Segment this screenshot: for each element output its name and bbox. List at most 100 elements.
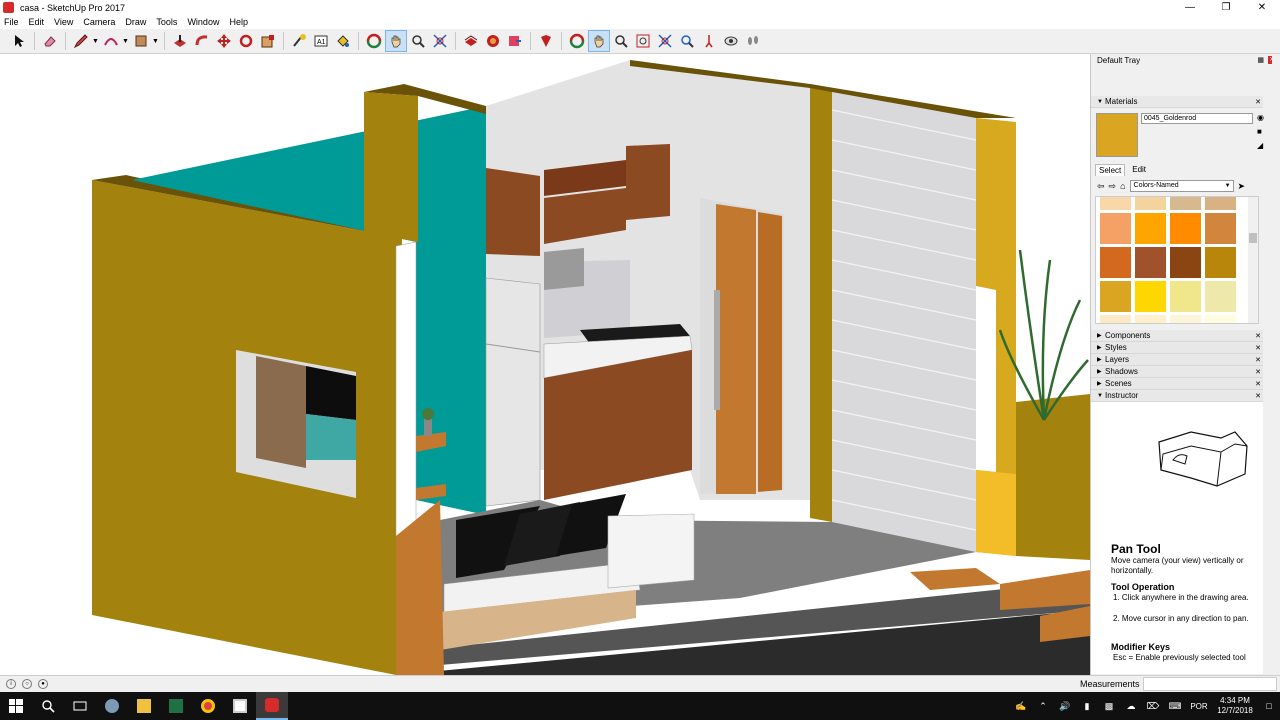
tape-measure-icon[interactable]: [288, 30, 310, 52]
close-icon[interactable]: ✕: [1255, 356, 1261, 364]
material-swatch[interactable]: [1170, 247, 1201, 278]
material-swatch[interactable]: [1205, 247, 1236, 278]
pan-icon-2[interactable]: [588, 30, 610, 52]
close-icon[interactable]: ✕: [1255, 98, 1261, 106]
pan-icon[interactable]: [385, 30, 407, 52]
sample-paint-icon[interactable]: ◢: [1257, 141, 1267, 151]
menu-window[interactable]: Window: [187, 17, 219, 27]
settings-app-icon[interactable]: [96, 692, 128, 720]
material-swatch[interactable]: [1170, 281, 1201, 312]
layers-panel-header[interactable]: ▶ Layers ✕: [1091, 354, 1263, 366]
default-material-icon[interactable]: ■: [1257, 127, 1267, 137]
tab-edit[interactable]: Edit: [1129, 164, 1149, 176]
styles-panel-header[interactable]: ▶ Styles ✕: [1091, 342, 1263, 354]
file-explorer-icon[interactable]: [128, 692, 160, 720]
task-view-icon[interactable]: [64, 692, 96, 720]
menu-camera[interactable]: Camera: [83, 17, 115, 27]
chevron-down-icon[interactable]: ▼: [92, 38, 100, 45]
arc-icon[interactable]: [100, 30, 122, 52]
tab-select[interactable]: Select: [1095, 164, 1126, 176]
material-swatch[interactable]: [1135, 281, 1166, 312]
close-icon[interactable]: ✕: [1255, 368, 1261, 376]
zoom-window-icon[interactable]: [632, 30, 654, 52]
scenes-panel-header[interactable]: ▶ Scenes ✕: [1091, 378, 1263, 390]
move-icon[interactable]: [213, 30, 235, 52]
menu-view[interactable]: View: [54, 17, 73, 27]
chevron-down-icon[interactable]: ▼: [122, 38, 130, 45]
photos-icon[interactable]: [224, 692, 256, 720]
close-icon[interactable]: ✕: [1255, 344, 1261, 352]
chevron-up-icon[interactable]: ⌃: [1032, 701, 1054, 712]
pin-icon[interactable]: ▦: [1257, 56, 1264, 64]
walk-icon[interactable]: [742, 30, 764, 52]
material-swatch[interactable]: [1135, 315, 1166, 323]
extension-manager-icon[interactable]: [535, 30, 557, 52]
material-swatch[interactable]: [1100, 315, 1131, 323]
material-swatch[interactable]: [1100, 197, 1131, 210]
menu-edit[interactable]: Edit: [29, 17, 45, 27]
material-swatch[interactable]: [1170, 315, 1201, 323]
excel-icon[interactable]: [160, 692, 192, 720]
text-icon[interactable]: A1: [310, 30, 332, 52]
send-to-layout-icon[interactable]: [504, 30, 526, 52]
sketchup-taskbar-icon[interactable]: [256, 692, 288, 720]
network-icon[interactable]: ⌦: [1142, 701, 1164, 712]
cloud-icon[interactable]: ☁: [1120, 701, 1142, 712]
instructor-panel-header[interactable]: ▼ Instructor ✕: [1091, 390, 1263, 402]
material-library-select[interactable]: Colors-Named ▼: [1129, 180, 1234, 192]
paint-bucket-icon[interactable]: [332, 30, 354, 52]
start-button[interactable]: [0, 692, 32, 720]
zoom-extents-icon-2[interactable]: [654, 30, 676, 52]
measurements-input[interactable]: [1143, 677, 1277, 691]
close-icon[interactable]: ✕: [1255, 380, 1261, 388]
material-swatch[interactable]: [1170, 213, 1201, 244]
notifications-icon[interactable]: □: [1258, 701, 1280, 711]
material-swatch[interactable]: [1135, 247, 1166, 278]
extension-warehouse-icon[interactable]: [482, 30, 504, 52]
material-swatch[interactable]: [1135, 197, 1166, 210]
scale-icon[interactable]: [257, 30, 279, 52]
menu-help[interactable]: Help: [229, 17, 248, 27]
material-swatch[interactable]: [1205, 197, 1236, 210]
material-swatch[interactable]: [1170, 197, 1201, 210]
home-icon[interactable]: ⌂: [1120, 181, 1125, 191]
material-swatch[interactable]: [1205, 315, 1236, 323]
zoom-extents-icon[interactable]: [429, 30, 451, 52]
material-swatch[interactable]: [1100, 247, 1131, 278]
pen-icon[interactable]: ✍: [1010, 701, 1032, 712]
position-camera-icon[interactable]: [698, 30, 720, 52]
look-around-icon[interactable]: [720, 30, 742, 52]
drawing-area-viewport[interactable]: [0, 54, 1090, 675]
credits-icon[interactable]: ○: [22, 679, 32, 689]
rotate-icon[interactable]: [235, 30, 257, 52]
close-icon[interactable]: ✕: [1255, 332, 1261, 340]
zoom-icon[interactable]: [407, 30, 429, 52]
current-material-swatch[interactable]: [1096, 113, 1138, 157]
battery-icon[interactable]: ▮: [1076, 701, 1098, 712]
create-material-icon[interactable]: ◉: [1257, 113, 1267, 123]
tray-scrollbar[interactable]: [1272, 54, 1280, 675]
geolocation-icon[interactable]: i: [6, 679, 16, 689]
menu-file[interactable]: File: [4, 17, 19, 27]
material-swatch[interactable]: [1100, 213, 1131, 244]
minimize-button[interactable]: —: [1172, 0, 1208, 15]
material-name-field[interactable]: 0045_Goldenrod: [1141, 113, 1253, 124]
search-icon[interactable]: [32, 692, 64, 720]
pencil-icon[interactable]: [70, 30, 92, 52]
material-swatch[interactable]: [1205, 281, 1236, 312]
volume-icon[interactable]: 🔊: [1054, 701, 1076, 712]
follow-me-icon[interactable]: [191, 30, 213, 52]
warehouse-icon[interactable]: [460, 30, 482, 52]
close-icon[interactable]: ✕: [1255, 392, 1261, 400]
materials-panel-header[interactable]: ▼ Materials ✕: [1091, 96, 1263, 108]
material-swatch[interactable]: [1205, 213, 1236, 244]
orbit-icon[interactable]: [363, 30, 385, 52]
menu-draw[interactable]: Draw: [125, 17, 146, 27]
monitor-icon[interactable]: ▩: [1098, 701, 1120, 712]
eraser-icon[interactable]: [39, 30, 61, 52]
forward-arrow-icon[interactable]: ⇨: [1109, 181, 1117, 192]
orbit-icon-2[interactable]: [566, 30, 588, 52]
previous-view-icon[interactable]: [676, 30, 698, 52]
keyboard-icon[interactable]: ⌨: [1164, 701, 1186, 712]
material-swatch[interactable]: [1100, 281, 1131, 312]
